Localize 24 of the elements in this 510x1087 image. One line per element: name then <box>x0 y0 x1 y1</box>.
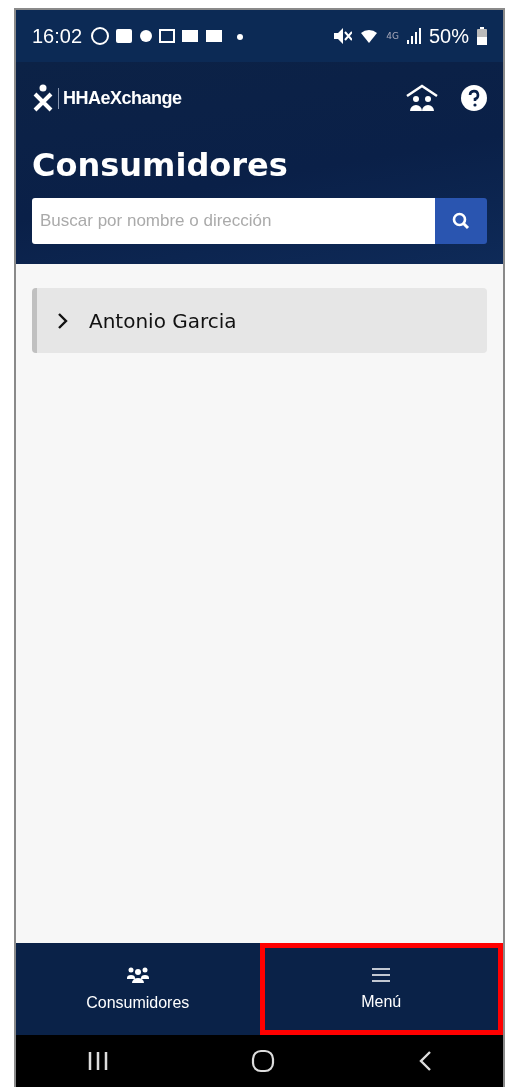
signal-icon <box>406 28 421 44</box>
wifi-icon <box>360 27 379 45</box>
figure-logo-icon <box>32 84 54 112</box>
back-icon[interactable] <box>417 1050 432 1072</box>
recent-apps-icon[interactable] <box>87 1050 110 1072</box>
nav-tab[interactable]: Consumidores <box>16 943 260 1035</box>
network-label: 4G <box>386 31 399 41</box>
mute-icon <box>334 28 353 44</box>
battery-icon <box>477 27 487 45</box>
help-icon[interactable] <box>461 85 487 111</box>
logo-text: HHAeXchange <box>58 87 182 109</box>
battery-percent: 50% <box>428 24 469 48</box>
consumer-name: Antonio Garcia <box>89 308 237 333</box>
people-icon <box>125 966 150 984</box>
house-people-icon[interactable] <box>405 84 439 112</box>
search-field[interactable]: Buscar por nombre o dirección <box>32 198 435 244</box>
nav-tab[interactable]: Menú <box>259 943 503 1035</box>
search-icon <box>452 212 470 230</box>
search-button[interactable] <box>435 198 487 244</box>
status-time: 16:02 <box>32 24 83 48</box>
page-title: Consumidores <box>32 146 289 184</box>
menu-icon <box>371 967 392 983</box>
home-icon[interactable] <box>251 1049 276 1073</box>
consumer-row[interactable]: Antonio Garcia <box>32 288 487 353</box>
